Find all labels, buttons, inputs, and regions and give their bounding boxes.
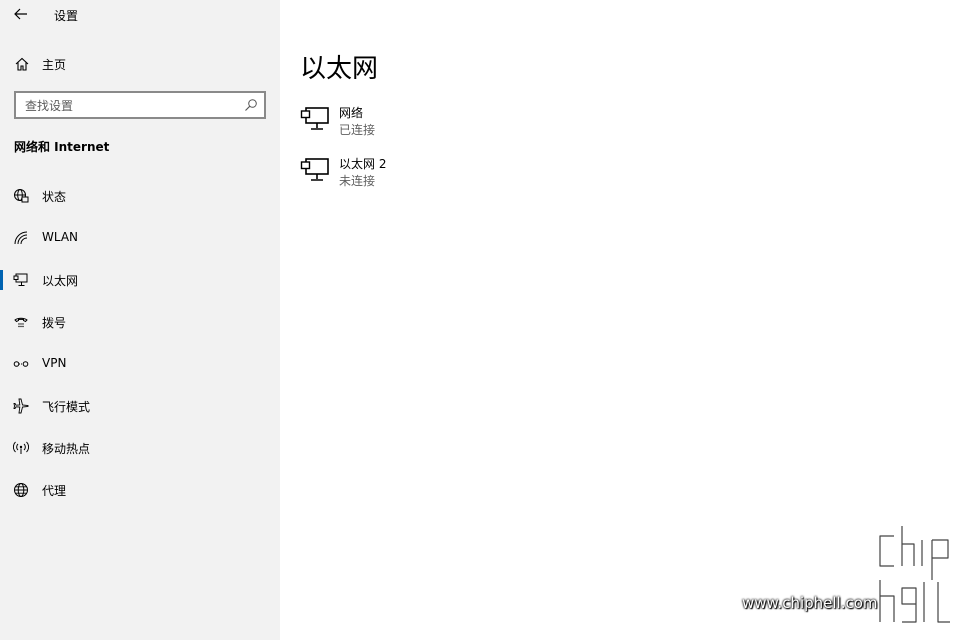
selected-indicator <box>0 270 3 290</box>
page-title: 以太网 <box>300 54 379 84</box>
back-button[interactable] <box>10 4 32 24</box>
search-icon <box>245 99 257 111</box>
hotspot-icon <box>13 441 29 454</box>
sidebar-item-ethernet[interactable]: 以太网 <box>0 262 280 298</box>
adapter-name: 以太网 2 <box>339 157 387 171</box>
status-globe-icon <box>14 189 29 203</box>
dialup-icon <box>14 317 28 328</box>
sidebar: 设置 主页 查找设置 网络和 Internet 状态 WLAN 以太网 拨号 V… <box>0 0 280 640</box>
airplane-icon <box>13 398 29 414</box>
sidebar-item-status[interactable]: 状态 <box>0 178 280 214</box>
sidebar-item-label: 拨号 <box>42 316 67 330</box>
ethernet-adapter-icon <box>300 107 329 130</box>
adapter-status: 未连接 <box>339 174 376 188</box>
adapter-item[interactable]: 网络 已连接 <box>298 104 518 144</box>
window-title: 设置 <box>54 9 79 23</box>
search-input[interactable]: 查找设置 <box>14 91 266 119</box>
sidebar-item-mobile-hotspot[interactable]: 移动热点 <box>0 430 280 466</box>
title-bar: 设置 <box>0 0 280 28</box>
vpn-icon <box>13 361 29 367</box>
sidebar-item-label: 以太网 <box>42 274 79 288</box>
sidebar-item-label: 飞行模式 <box>42 400 91 414</box>
section-title: 网络和 Internet <box>14 140 110 154</box>
sidebar-item-label: 代理 <box>42 484 67 498</box>
sidebar-item-label: 状态 <box>42 190 67 204</box>
home-icon <box>15 57 29 71</box>
chiphell-logo <box>877 526 951 625</box>
home-label: 主页 <box>42 58 67 72</box>
sidebar-item-label: 移动热点 <box>42 442 91 456</box>
ethernet-adapter-icon <box>300 158 329 181</box>
sidebar-item-airplane-mode[interactable]: 飞行模式 <box>0 388 280 424</box>
sidebar-item-label: VPN <box>42 356 67 370</box>
adapter-item[interactable]: 以太网 2 未连接 <box>298 155 518 195</box>
adapter-name: 网络 <box>339 106 364 120</box>
globe-icon <box>14 483 28 497</box>
sidebar-item-dialup[interactable]: 拨号 <box>0 304 280 340</box>
ethernet-icon <box>13 273 28 286</box>
back-arrow-icon <box>14 8 27 20</box>
watermark-url: www.chiphell.com <box>742 594 878 612</box>
sidebar-item-wlan[interactable]: WLAN <box>0 220 280 256</box>
home-nav-item[interactable]: 主页 <box>0 50 280 78</box>
chiphell-watermark: www.chiphell.com <box>742 522 972 634</box>
sidebar-item-vpn[interactable]: VPN <box>0 346 280 382</box>
search-placeholder: 查找设置 <box>25 99 74 113</box>
adapter-status: 已连接 <box>339 123 376 137</box>
sidebar-item-proxy[interactable]: 代理 <box>0 472 280 508</box>
wifi-icon <box>14 231 28 245</box>
sidebar-item-label: WLAN <box>42 230 79 244</box>
